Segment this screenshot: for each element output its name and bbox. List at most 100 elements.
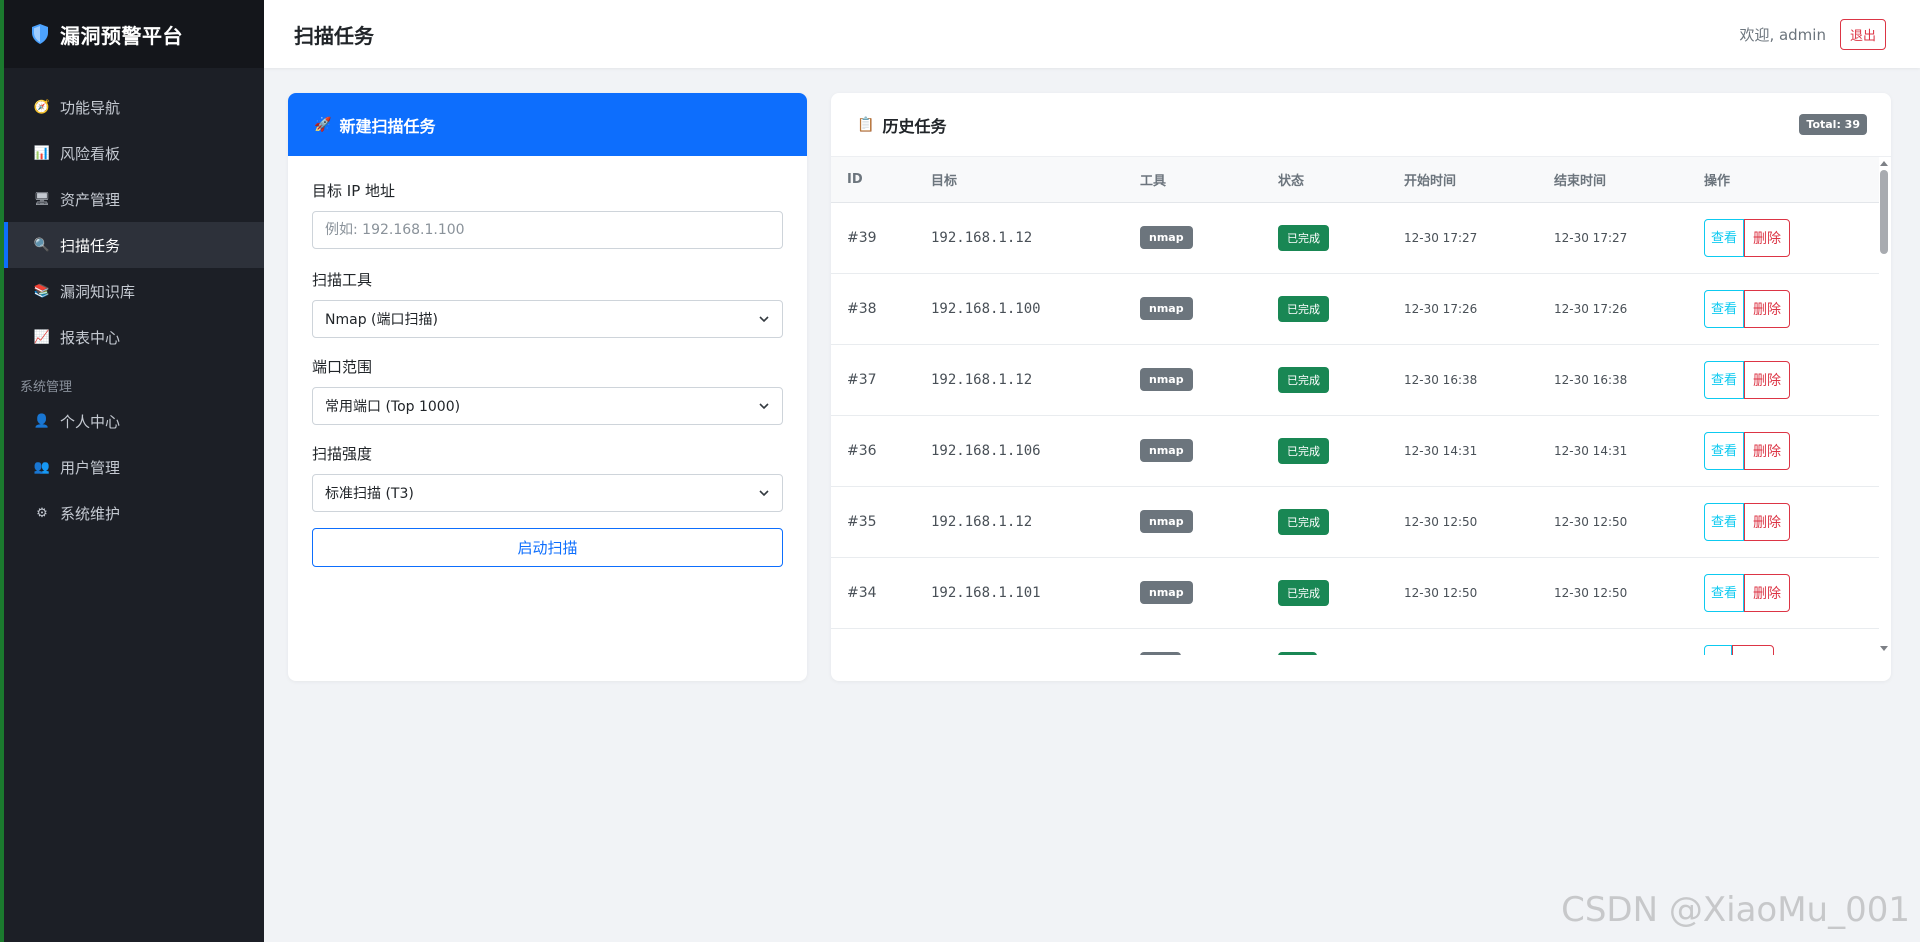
- task-end-time: 12-30 17:26: [1554, 301, 1628, 316]
- task-end-time: 12-30 16:38: [1554, 372, 1628, 387]
- start-scan-button[interactable]: 启动扫描: [312, 528, 783, 567]
- table-row: #38 192.168.1.100 nmap 已完成 12-30 17:26 12-30 …: [831, 273, 1879, 344]
- column-header: 操作: [1688, 157, 1879, 203]
- sidebar-item[interactable]: 👥 用户管理: [4, 444, 264, 490]
- task-tool-cell: nmap: [1124, 415, 1262, 486]
- task-end-time: 12-30 14:31: [1554, 443, 1628, 458]
- port-range-label: 端口范围: [312, 358, 373, 376]
- task-target: 192.168.1.101: [931, 584, 1041, 601]
- task-start-time: 12-30 12:50: [1404, 585, 1478, 600]
- chart-icon: 📊: [33, 145, 51, 161]
- tool-badge: nmap: [1140, 297, 1193, 320]
- sidebar-item[interactable]: 📈 报表中心: [4, 314, 264, 360]
- target-ip-input[interactable]: [312, 211, 783, 249]
- scroll-down-arrow-icon[interactable]: [1880, 644, 1888, 652]
- task-id: #34: [847, 584, 877, 601]
- task-end-time: 12-30 17:27: [1554, 230, 1628, 245]
- view-button[interactable]: [1704, 644, 1733, 655]
- sidebar-item-label: 扫描任务: [60, 236, 121, 255]
- scan-intensity-select[interactable]: 标准扫描 (T3): [312, 474, 783, 512]
- sidebar: 漏洞预警平台 🧭 功能导航 📊 风险看板 🖥 资产管理 🔍 扫描任务 📚 漏洞知识库 📈 报表中心 系…: [0, 0, 264, 942]
- scan-intensity-label: 扫描强度: [312, 445, 373, 463]
- column-header: 结束时间: [1538, 157, 1688, 203]
- trend-icon: 📈: [33, 329, 51, 345]
- sidebar-item[interactable]: 📊 风险看板: [4, 130, 264, 176]
- delete-button[interactable]: 删除: [1744, 502, 1791, 541]
- sidebar-item[interactable]: 📚 漏洞知识库: [4, 268, 264, 314]
- books-icon: 📚: [33, 283, 51, 299]
- history-card: 📋 历史任务 Total: 39 ID 目标 工具 状态 开始时间 结束时间 操作 #39 1…: [831, 93, 1891, 681]
- view-button[interactable]: 查看: [1704, 218, 1745, 257]
- task-status-cell: 已完成: [1262, 557, 1388, 628]
- sidebar-item[interactable]: 🔍 扫描任务: [4, 222, 264, 268]
- sidebar-item-label: 漏洞知识库: [60, 282, 136, 301]
- history-title-wrap: 📋 历史任务: [857, 113, 946, 137]
- task-status-cell: 已完成: [1262, 273, 1388, 344]
- view-button[interactable]: 查看: [1704, 360, 1745, 399]
- delete-button[interactable]: 删除: [1744, 289, 1791, 328]
- task-status-cell: 已完成: [1262, 344, 1388, 415]
- total-badge: Total: 39: [1799, 114, 1867, 135]
- table-row: [831, 628, 1879, 655]
- chevron-down-icon: [759, 403, 769, 410]
- task-target: 192.168.1.12: [931, 371, 1033, 388]
- scroll-up-arrow-icon[interactable]: [1880, 160, 1888, 168]
- task-status-cell: 已完成: [1262, 486, 1388, 557]
- column-header: 目标: [915, 157, 1124, 203]
- task-id: #35: [847, 513, 877, 530]
- task-actions: 查看 删除: [1688, 415, 1879, 486]
- view-button[interactable]: 查看: [1704, 502, 1745, 541]
- sidebar-item[interactable]: 🖥 资产管理: [4, 176, 264, 222]
- delete-button[interactable]: 删除: [1744, 573, 1791, 612]
- sidebar-item-label: 用户管理: [60, 458, 121, 477]
- status-badge: 已完成: [1278, 295, 1329, 322]
- users-icon: 👥: [33, 459, 51, 475]
- task-id: #36: [847, 442, 877, 459]
- scan-tool-select[interactable]: Nmap (端口扫描): [312, 300, 783, 338]
- table-row: #35 192.168.1.12 nmap 已完成 12-30 12:50 12-30 1…: [831, 486, 1879, 557]
- view-button[interactable]: 查看: [1704, 573, 1745, 612]
- task-id: #37: [847, 371, 877, 388]
- clipboard-icon: 📋: [857, 116, 875, 133]
- sidebar-item-label: 资产管理: [60, 190, 121, 209]
- logout-button[interactable]: 退出: [1839, 18, 1886, 50]
- rocket-icon: 🚀: [314, 116, 332, 133]
- scroll-thumb[interactable]: [1880, 170, 1888, 254]
- sidebar-item[interactable]: 👤 个人中心: [4, 398, 264, 444]
- table-scrollbar[interactable]: [1877, 157, 1891, 655]
- sidebar-item-label: 风险看板: [60, 144, 121, 163]
- sidebar-item-label: 系统维护: [60, 504, 121, 523]
- sidebar-item[interactable]: 🧭 功能导航: [4, 84, 264, 130]
- history-table-wrap[interactable]: ID 目标 工具 状态 开始时间 结束时间 操作 #39 192.168.1.12 nmap 已完…: [831, 157, 1891, 655]
- sidebar-item[interactable]: ⚙ 系统维护: [4, 490, 264, 536]
- task-id: #38: [847, 300, 877, 317]
- task-end-time: 12-30 12:50: [1554, 514, 1628, 529]
- table-row: #36 192.168.1.106 nmap 已完成 12-30 14:31 12-30 …: [831, 415, 1879, 486]
- task-start-time: 12-30 12:50: [1404, 514, 1478, 529]
- task-start-time: 12-30 17:27: [1404, 230, 1478, 245]
- table-row: #39 192.168.1.12 nmap 已完成 12-30 17:27 12-30 1…: [831, 202, 1879, 273]
- task-id: #39: [847, 229, 877, 246]
- task-target: 192.168.1.106: [931, 442, 1041, 459]
- delete-button[interactable]: [1732, 644, 1774, 655]
- sidebar-item-label: 个人中心: [60, 412, 121, 431]
- brand-title: 漏洞预警平台: [60, 23, 183, 48]
- new-task-form: 目标 IP 地址 扫描工具 Nmap (端口扫描) 端口范围 常用端口 (Top…: [288, 156, 807, 567]
- chevron-down-icon: [759, 316, 769, 323]
- port-range-select[interactable]: 常用端口 (Top 1000): [312, 387, 783, 425]
- task-actions: 查看 删除: [1688, 344, 1879, 415]
- task-target: 192.168.1.12: [931, 229, 1033, 246]
- view-button[interactable]: 查看: [1704, 431, 1745, 470]
- table-header-row: ID 目标 工具 状态 开始时间 结束时间 操作: [831, 157, 1879, 203]
- scan-intensity-value: 标准扫描 (T3): [325, 486, 414, 502]
- delete-button[interactable]: 删除: [1744, 431, 1791, 470]
- tool-badge: nmap: [1140, 581, 1193, 604]
- brand[interactable]: 漏洞预警平台: [4, 0, 264, 68]
- view-button[interactable]: 查看: [1704, 289, 1745, 328]
- nav-section-title: 系统管理: [20, 379, 73, 395]
- delete-button[interactable]: 删除: [1744, 360, 1791, 399]
- scan-tool-value: Nmap (端口扫描): [325, 312, 438, 328]
- column-header: ID: [831, 157, 915, 203]
- delete-button[interactable]: 删除: [1744, 218, 1791, 257]
- tool-badge: [1140, 652, 1181, 655]
